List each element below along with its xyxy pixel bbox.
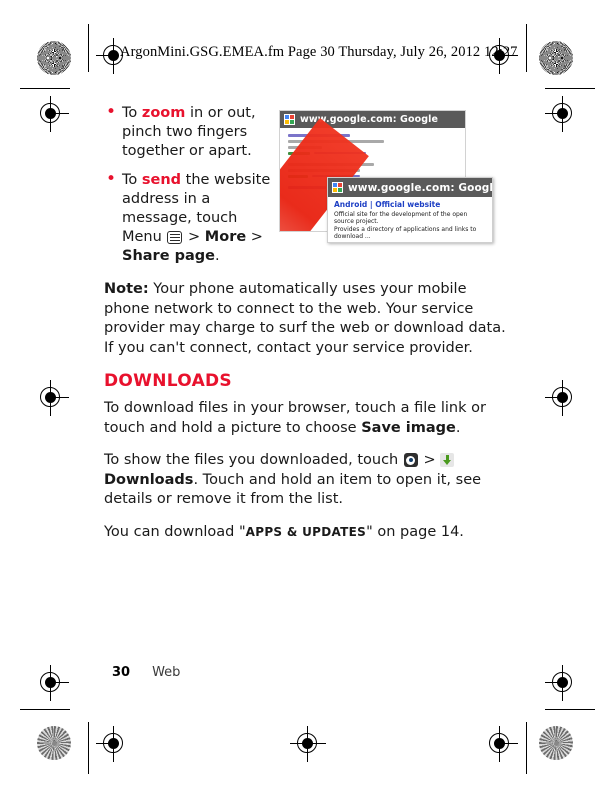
search-result-url-row: www.android.com/ - Options: [334, 242, 486, 243]
google-favicon-icon: [284, 114, 295, 125]
crop-line-right-top-h: [545, 88, 595, 89]
bullet-item-send: To send the website address in a message…: [104, 170, 279, 266]
starburst-mark-bottom-right: [539, 726, 573, 760]
crop-line-left-top-h: [20, 88, 70, 89]
registration-target-bottom-left: [96, 726, 132, 762]
browser-front-titlebar: www.google.com: Google: [328, 178, 492, 197]
google-favicon-icon: [332, 182, 343, 193]
save-image-label: Save image: [361, 419, 456, 436]
footer-section-name: Web: [152, 665, 181, 680]
crossref-title: Apps & updates: [245, 524, 367, 539]
crop-line-left-bottom-h: [20, 709, 70, 710]
registration-target-right-upper: [545, 96, 581, 132]
page-footer: 30 Web: [112, 665, 180, 680]
film-header-text: ArgonMini.GSG.EMEA.fm Page 30 Thursday, …: [120, 44, 518, 60]
registration-target-bottom-center: [290, 726, 326, 762]
downloads-paragraph-1: To download files in your browser, touch…: [104, 399, 510, 438]
download-arrow-icon: [440, 453, 455, 467]
browser-front-title: www.google.com: Google: [348, 181, 493, 194]
registration-target-right-middle: [545, 380, 581, 416]
browser-window-front: www.google.com: Google Android | Officia…: [327, 177, 493, 243]
starburst-mark-bottom-left: [37, 726, 71, 760]
starburst-mark-top-left: [37, 41, 71, 75]
registration-target-bottom-right: [482, 726, 518, 762]
crop-line-bottom-left-v: [88, 722, 89, 774]
downloads-paragraph-2: To show the files you downloaded, touch …: [104, 451, 510, 510]
note-body: Your phone automatically uses your mobil…: [104, 281, 506, 356]
search-result-url[interactable]: www.android.com/: [334, 242, 390, 243]
crop-line-bottom-right-v: [526, 722, 527, 774]
bullet-item-zoom: To zoom in or out, pinch two fingers tog…: [104, 103, 279, 161]
keyword-zoom: zoom: [141, 105, 186, 121]
registration-target-right-lower: [545, 665, 581, 701]
footer-page-number: 30: [112, 665, 131, 680]
downloads-p2-sep: >: [418, 452, 441, 468]
menu-icon: [167, 231, 183, 244]
menu-path-share-page: Share page: [122, 248, 215, 264]
crossref-tail: " on page 14.: [366, 523, 464, 540]
registration-target-left-lower: [33, 665, 69, 701]
menu-path-more: More: [204, 229, 247, 245]
browser-back-titlebar: www.google.com: Google: [280, 111, 465, 128]
section-heading-downloads: DOWNLOADS: [104, 371, 232, 391]
search-result: Android | Official website Official site…: [328, 197, 492, 243]
downloads-menu-label: Downloads: [104, 471, 194, 488]
downloads-p2-lead: To show the files you downloaded, touch: [104, 452, 403, 468]
crop-line-top-left-v: [88, 24, 89, 72]
keyword-send: send: [141, 172, 182, 188]
browser-windows-icon: [403, 453, 418, 467]
crossref-lead: You can download ": [104, 523, 246, 540]
search-result-title[interactable]: Android | Official website: [334, 200, 486, 209]
registration-target-left-upper: [33, 96, 69, 132]
search-result-desc-line-1: Official site for the development of the…: [334, 210, 468, 226]
note-label: Note:: [104, 281, 149, 297]
downloads-paragraph-3: You can download "Apps & updates" on pag…: [104, 523, 510, 543]
bullet-send-text: To send the website address in a message…: [122, 172, 271, 264]
search-result-options-link[interactable]: Options: [396, 242, 419, 243]
crop-line-right-bottom-h: [545, 709, 595, 710]
downloads-p1-tail: .: [455, 419, 461, 436]
browser-figure: www.google.com: Google www.google.com: G…: [279, 110, 494, 245]
registration-target-left-middle: [33, 380, 69, 416]
bullet-zoom-text: To zoom in or out, pinch two fingers tog…: [122, 105, 256, 159]
bullet-list: To zoom in or out, pinch two fingers tog…: [104, 103, 279, 266]
note-paragraph: Note: Your phone automatically uses your…: [104, 280, 510, 358]
search-result-desc-line-2: Provides a directory of applications and…: [334, 225, 477, 241]
